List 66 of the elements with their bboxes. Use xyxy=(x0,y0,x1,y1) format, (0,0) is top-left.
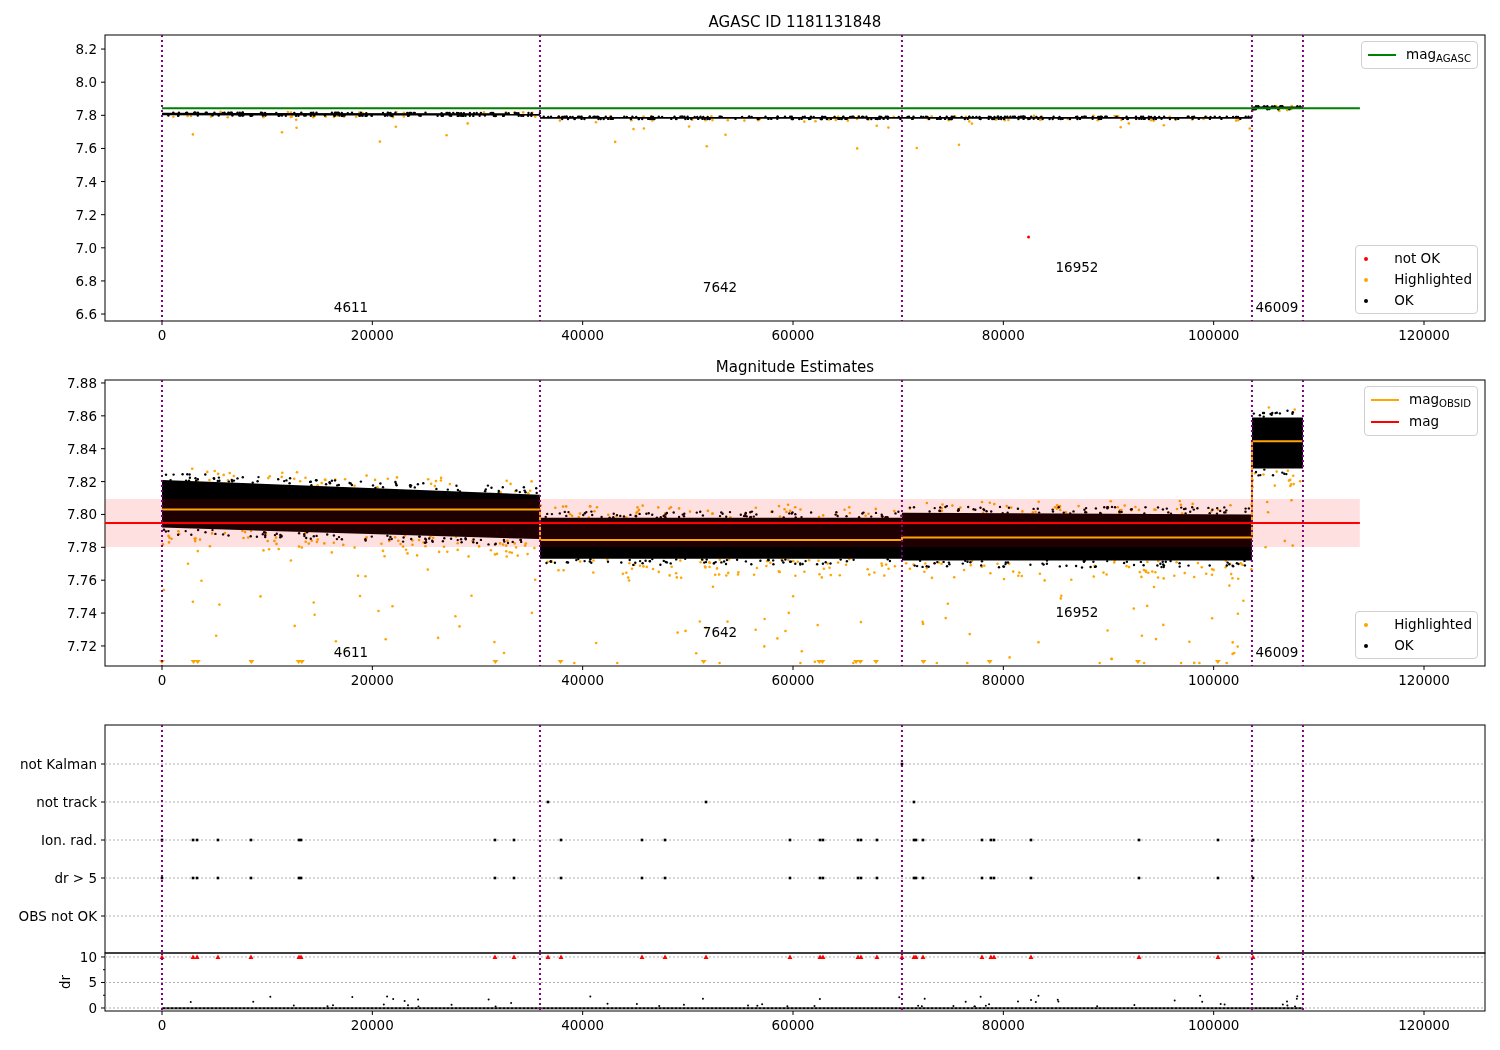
axis-tick-label: 7.2 xyxy=(75,206,97,223)
axis-tick-label: 7.6 xyxy=(75,140,97,157)
axis-tick-label: 60000 xyxy=(771,672,815,688)
axis-tick-label: 0 xyxy=(157,327,167,343)
legend-label: OK xyxy=(1394,291,1414,311)
axis-tick-label: 0 xyxy=(157,1017,167,1033)
chart-title: AGASC ID 1181131848 xyxy=(708,13,882,31)
axis-tick-label: 80000 xyxy=(981,672,1025,688)
axis-tick-label: 40000 xyxy=(561,1017,605,1033)
annotation-label: 7642 xyxy=(702,279,738,295)
axis-tick-label: 120000 xyxy=(1398,1017,1450,1033)
axis-tick-label: 7.82 xyxy=(66,473,97,490)
axis-tick-label: 80000 xyxy=(981,327,1025,343)
annotation-label: 46009 xyxy=(1255,299,1299,315)
legend-label: OK xyxy=(1394,636,1414,656)
axis-tick-label: 5 xyxy=(88,974,97,991)
axis-tick-label: 7.8 xyxy=(75,107,97,124)
legend-label: mag$_{AGASC}$ xyxy=(1406,48,1471,62)
axis-tick-label: 7.74 xyxy=(66,605,97,622)
axis-tick-label: 100000 xyxy=(1187,1017,1240,1033)
annotation-label: 7642 xyxy=(702,624,738,640)
legend-label: not OK xyxy=(1394,249,1441,269)
chart-title: Magnitude Estimates xyxy=(715,358,875,376)
axis-label: dr xyxy=(57,974,73,990)
annotation-label: 4611 xyxy=(333,299,369,315)
axis-tick-label: 10 xyxy=(79,949,97,965)
axis-tick-label: 0 xyxy=(157,672,167,688)
axis-tick-label: 7.80 xyxy=(66,506,97,523)
legend-label: Highlighted xyxy=(1394,270,1472,290)
axis-tick-label: 20000 xyxy=(350,672,394,688)
category-label: not track xyxy=(36,794,97,810)
axis-tick-label: 7.78 xyxy=(66,539,97,556)
annotation-label: 46009 xyxy=(1255,644,1299,660)
category-label: OBS not OK xyxy=(18,908,97,924)
annotation-label: 16952 xyxy=(1055,259,1099,275)
axis-tick-label: 60000 xyxy=(771,327,815,343)
axis-tick-label: 8.2 xyxy=(75,41,97,58)
axis-tick-label: 20000 xyxy=(350,327,394,343)
annotation-label: 16952 xyxy=(1055,604,1099,620)
axis-tick-label: 7.72 xyxy=(66,637,97,654)
axis-tick-label: 40000 xyxy=(561,327,605,343)
axis-tick-label: 7.76 xyxy=(66,572,97,589)
axis-tick-label: 7.86 xyxy=(66,407,97,424)
axis-tick-label: 6.6 xyxy=(75,306,97,323)
axis-tick-label: 100000 xyxy=(1187,327,1240,343)
annotation-label: 4611 xyxy=(333,644,369,660)
axis-tick-label: 120000 xyxy=(1398,327,1450,343)
category-label: dr > 5 xyxy=(54,870,97,886)
axis-tick-label: 40000 xyxy=(561,672,605,688)
axis-tick-label: 7.84 xyxy=(66,440,97,457)
axis-tick-label: 120000 xyxy=(1398,672,1450,688)
axis-tick-label: 7.0 xyxy=(75,239,97,256)
axis-tick-label: 7.4 xyxy=(75,173,97,190)
category-label: Ion. rad. xyxy=(40,832,97,848)
axis-tick-label: 8.0 xyxy=(75,74,97,91)
axis-tick-label: 7.88 xyxy=(66,374,97,391)
axis-tick-label: 60000 xyxy=(771,1017,815,1033)
axis-tick-label: 0 xyxy=(88,1000,97,1016)
legend-label: mag xyxy=(1409,415,1440,429)
legend-label: mag$_{OBSID}$ xyxy=(1409,393,1471,407)
axis-tick-label: 80000 xyxy=(981,1017,1025,1033)
axis-tick-label: 100000 xyxy=(1187,672,1240,688)
axis-tick-label: 6.8 xyxy=(75,272,97,289)
axis-tick-label: 20000 xyxy=(350,1017,394,1033)
category-label: not Kalman xyxy=(19,756,97,772)
legend-label: Highlighted xyxy=(1394,615,1472,635)
